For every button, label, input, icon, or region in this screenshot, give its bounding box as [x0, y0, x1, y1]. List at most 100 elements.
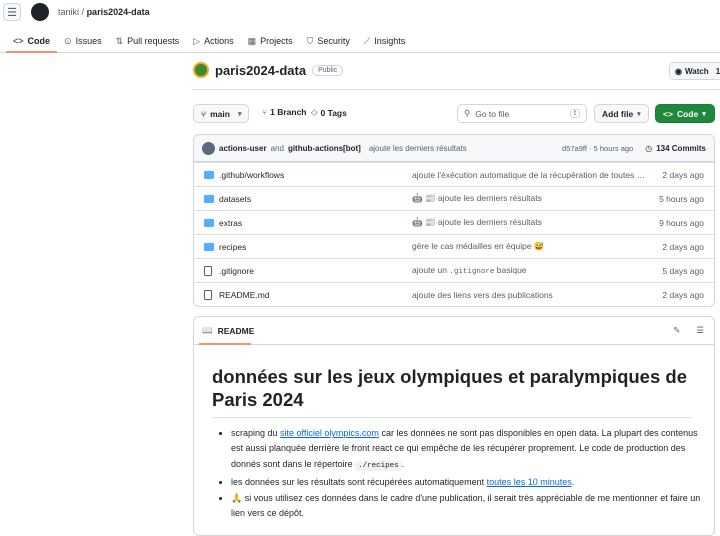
tags-link[interactable]: ◇ 0 Tags [311, 107, 347, 118]
file-row[interactable]: recipes gère le cas médailles en équipe 😅… [194, 234, 714, 258]
file-name[interactable]: README.md [219, 290, 270, 300]
commit-sha-time[interactable]: d57a9ff · 5 hours ago [562, 144, 633, 153]
watch-button[interactable]: ◉ Watch 1 [669, 62, 720, 80]
watch-label: Watch [684, 66, 709, 76]
commit-author[interactable]: github-actions[bot] [288, 144, 361, 153]
tab-label: Issues [75, 36, 102, 46]
readme-panel: 📖 README ✎ ☰ données sur les jeux olympiq… [193, 316, 715, 536]
graph-icon: ⟋ [363, 35, 371, 46]
shield-icon: ⛉ [306, 35, 314, 46]
file-row[interactable]: .github/workflows ajoute l'éxécution auto… [194, 162, 714, 186]
branches-link[interactable]: ⑂ 1 Branch [262, 107, 306, 117]
tag-icon: ◇ [311, 107, 318, 117]
owner-link[interactable]: taniki [58, 7, 79, 17]
chevron-down-icon: ▾ [637, 110, 641, 118]
file-name[interactable]: extras [219, 218, 242, 228]
chevron-down-icon: ▾ [237, 110, 242, 118]
file-date: 5 hours ago [659, 193, 704, 204]
file-commit-message[interactable]: gère le cas médailles en équipe 😅 [412, 241, 545, 252]
file-commit-message[interactable]: ajoute l'éxécution automatique de la réc… [412, 170, 647, 180]
tab-label: Projects [260, 36, 293, 46]
go-to-file-input[interactable]: ⚲ Go to file t [457, 104, 587, 123]
text: . [401, 458, 405, 469]
repo-nav: <> Code ⊙ Issues ⇅ Pull requests ▷ Actions ▦… [0, 30, 720, 53]
file-date: 2 days ago [662, 289, 704, 300]
owner-avatar[interactable] [193, 62, 209, 78]
file-date: 2 days ago [662, 241, 704, 252]
readme-tab[interactable]: README [218, 326, 255, 336]
file-name[interactable]: datasets [219, 194, 251, 204]
inline-code: ./recipes [355, 460, 402, 471]
branch-icon: ⑂ [201, 108, 207, 119]
file-commit-message[interactable]: 🤖 📰 ajoute les derniers résultats [412, 193, 542, 204]
file-name[interactable]: .gitignore [219, 266, 254, 276]
folder-icon [204, 170, 214, 179]
pull-request-icon: ⇅ [115, 35, 124, 46]
pencil-icon[interactable]: ✎ [673, 325, 680, 336]
top-bar: ☰ taniki / paris2024-data [0, 0, 720, 28]
file-row[interactable]: README.md ajoute des liens vers des publi… [194, 282, 714, 306]
add-file-button[interactable]: Add file ▾ [594, 104, 649, 123]
hamburger-icon: ☰ [7, 6, 17, 19]
play-icon: ▷ [193, 35, 201, 46]
file-commit-message[interactable]: 🤖 📰 ajoute les derniers résultats [412, 217, 542, 228]
tab-projects[interactable]: ▦ Projects [241, 30, 300, 52]
message-text: basique [496, 265, 527, 275]
commits-link[interactable]: 134 Commits [656, 144, 706, 153]
schedule-link[interactable]: toutes les 10 minutes [487, 477, 572, 487]
list-icon[interactable]: ☰ [696, 325, 704, 336]
repo-title: paris2024-data Public [193, 62, 344, 78]
code-button[interactable]: <> Code ▾ [655, 104, 715, 123]
file-row[interactable]: extras 🤖 📰 ajoute les derniers résultats 9… [194, 210, 714, 234]
divider [193, 89, 720, 90]
eye-icon: ◉ [675, 66, 682, 76]
file-date: 5 days ago [662, 265, 704, 276]
file-date: 9 hours ago [659, 217, 704, 228]
code-icon: <> [13, 36, 24, 46]
pray-emoji-icon: 🙏 [231, 493, 243, 504]
commit-message[interactable]: ajoute les derniers résultats [369, 144, 467, 153]
file-name[interactable]: .github/workflows [219, 170, 284, 180]
file-name[interactable]: recipes [219, 242, 246, 252]
repo-link[interactable]: paris2024-data [87, 7, 150, 17]
active-tab-underline [199, 343, 251, 345]
list-item: scraping du site officiel olympics.com c… [231, 426, 701, 474]
olympics-link[interactable]: site officiel olympics.com [280, 428, 379, 438]
message-text: ajoute un [412, 265, 447, 275]
chevron-down-icon: ▾ [702, 110, 706, 118]
repo-name[interactable]: paris2024-data [215, 63, 306, 78]
tab-label: Pull requests [127, 36, 180, 46]
github-logo-icon[interactable] [31, 3, 49, 21]
menu-button[interactable]: ☰ [3, 3, 21, 21]
history-icon: ◷ [645, 143, 653, 153]
tab-code[interactable]: <> Code [6, 30, 58, 53]
folder-icon [204, 242, 214, 251]
text: les données sur les résultats sont récup… [231, 476, 485, 487]
file-table: actions-user and github-actions[bot] ajo… [193, 134, 715, 307]
book-icon: 📖 [202, 325, 213, 335]
text: . [571, 476, 575, 487]
readme-header: 📖 README ✎ ☰ [194, 317, 714, 345]
file-commit-message[interactable]: ajoute un .gitignore basique [412, 265, 527, 276]
file-commit-message[interactable]: ajoute des liens vers des publications [412, 290, 553, 300]
search-icon: ⚲ [464, 108, 471, 118]
tab-label: Code [27, 36, 51, 46]
issue-icon: ⊙ [64, 35, 72, 46]
commit-author[interactable]: actions-user [219, 144, 267, 153]
avatar [202, 141, 215, 155]
branch-selector[interactable]: ⑂ main ▾ [193, 104, 250, 123]
tab-pull-requests[interactable]: ⇅ Pull requests [109, 30, 187, 52]
file-date: 2 days ago [662, 169, 704, 180]
text: si vous utilisez ces données dans le cad… [231, 493, 701, 519]
tab-insights[interactable]: ⟋ Insights [357, 30, 412, 52]
tab-label: Insights [374, 36, 406, 46]
list-item: 🙏 si vous utilisez ces données dans le c… [231, 491, 701, 522]
file-row[interactable]: .gitignore ajoute un .gitignore basique 5 … [194, 258, 714, 282]
folder-icon [204, 194, 214, 203]
tab-issues[interactable]: ⊙ Issues [57, 30, 109, 52]
branches-count: 1 Branch [270, 107, 307, 117]
visibility-badge: Public [312, 64, 344, 76]
tab-security[interactable]: ⛉ Security [300, 30, 357, 52]
tab-actions[interactable]: ▷ Actions [186, 30, 240, 52]
file-row[interactable]: datasets 🤖 📰 ajoute les derniers résultat… [194, 186, 714, 210]
